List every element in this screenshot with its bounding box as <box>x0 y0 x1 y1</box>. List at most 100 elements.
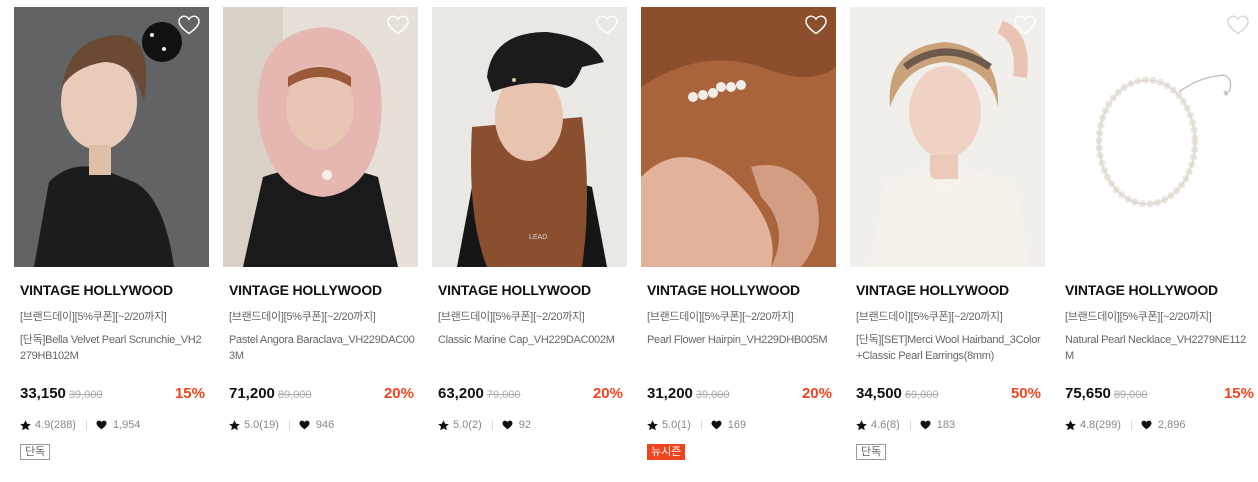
discount-rate: 15% <box>174 385 205 402</box>
product-photo <box>641 7 836 267</box>
original-price: 79,000 <box>486 389 521 401</box>
rating: 4.9(288) <box>35 419 76 431</box>
product-name[interactable]: [단독]Bella Velvet Pearl Scrunchie_VH2279H… <box>20 332 206 364</box>
rating: 5.0(2) <box>453 419 482 431</box>
product-meta: 5.0(1) 169 <box>647 419 746 431</box>
brand-name: VINTAGE HOLLYWOOD <box>1065 282 1218 298</box>
product-image[interactable] <box>1059 7 1258 267</box>
sale-price: 63,200 <box>438 385 484 402</box>
product-image[interactable] <box>223 7 418 267</box>
sale-price: 75,650 <box>1065 385 1111 402</box>
price: 31,200 39,000 <box>647 385 730 402</box>
wishlist-heart-icon[interactable] <box>178 15 200 35</box>
like-count: 946 <box>315 419 335 431</box>
new-season-badge: 뉴시즌 <box>647 444 686 460</box>
original-price: 39,000 <box>695 389 730 401</box>
discount-rate: 20% <box>383 385 414 402</box>
original-price: 39,000 <box>68 389 103 401</box>
promo-text: [브랜드데이][5%쿠폰][~2/20까지] <box>647 311 794 323</box>
product-photo <box>850 7 1045 267</box>
divider <box>288 420 290 430</box>
sale-price: 71,200 <box>229 385 275 402</box>
discount-rate: 50% <box>1010 385 1041 402</box>
star-icon <box>438 419 449 430</box>
wishlist-heart-icon[interactable] <box>387 15 409 35</box>
product-name[interactable]: Pearl Flower Hairpin_VH229DHB005M <box>647 332 833 348</box>
like-count: 92 <box>518 419 531 431</box>
divider <box>1130 420 1132 430</box>
like-heart-icon <box>299 420 310 430</box>
product-meta: 5.0(19) 946 <box>229 419 334 431</box>
like-count: 2,896 <box>1157 419 1186 431</box>
product-card[interactable]: VINTAGE HOLLYWOOD [브랜드데이][5%쿠폰][~2/20까지]… <box>223 7 418 431</box>
rating: 4.8(299) <box>1080 419 1121 431</box>
wishlist-heart-icon[interactable] <box>1014 15 1036 35</box>
product-name[interactable]: Classic Marine Cap_VH229DAC002M <box>438 332 624 348</box>
product-card[interactable]: VINTAGE HOLLYWOOD [브랜드데이][5%쿠폰][~2/20까지]… <box>641 7 836 460</box>
star-icon <box>1065 419 1076 430</box>
brand-name: VINTAGE HOLLYWOOD <box>856 282 1009 298</box>
star-icon <box>856 419 867 430</box>
product-name[interactable]: Pastel Angora Baraclava_VH229DAC003M <box>229 332 415 364</box>
wishlist-heart-icon[interactable] <box>1227 15 1249 35</box>
brand-name: VINTAGE HOLLYWOOD <box>20 282 173 298</box>
product-meta: 4.8(299) 2,896 <box>1065 419 1186 431</box>
svg-text:LEAD: LEAD <box>529 234 547 241</box>
original-price: 89,000 <box>1113 389 1148 401</box>
product-image[interactable] <box>14 7 209 267</box>
like-count: 169 <box>727 419 747 431</box>
product-photo <box>223 7 418 267</box>
divider <box>909 420 911 430</box>
product-photo: LEAD <box>432 7 627 267</box>
product-card[interactable]: VINTAGE HOLLYWOOD [브랜드데이][5%쿠폰][~2/20까지]… <box>850 7 1045 460</box>
promo-text: [브랜드데이][5%쿠폰][~2/20까지] <box>438 311 585 323</box>
divider <box>491 420 493 430</box>
sale-price: 34,500 <box>856 385 902 402</box>
original-price: 69,000 <box>904 389 939 401</box>
divider <box>700 420 702 430</box>
discount-rate: 15% <box>1223 385 1254 402</box>
like-count: 1,954 <box>112 419 141 431</box>
brand-name: VINTAGE HOLLYWOOD <box>438 282 591 298</box>
product-image[interactable] <box>641 7 836 267</box>
price: 34,500 69,000 <box>856 385 939 402</box>
like-heart-icon <box>1141 420 1152 430</box>
product-card[interactable]: VINTAGE HOLLYWOOD [브랜드데이][5%쿠폰][~2/20까지]… <box>1059 7 1258 431</box>
product-image[interactable]: LEAD <box>432 7 627 267</box>
price: 33,150 39,000 <box>20 385 103 402</box>
brand-name: VINTAGE HOLLYWOOD <box>647 282 800 298</box>
product-card[interactable]: VINTAGE HOLLYWOOD [브랜드데이][5%쿠폰][~2/20까지]… <box>14 7 209 460</box>
product-name[interactable]: Natural Pearl Necklace_VH2279NE112M <box>1065 332 1251 364</box>
product-name[interactable]: [단독][SET]Merci Wool Hairband_3Color+Clas… <box>856 332 1042 364</box>
star-icon <box>20 419 31 430</box>
promo-text: [브랜드데이][5%쿠폰][~2/20까지] <box>1065 311 1212 323</box>
price: 75,650 89,000 <box>1065 385 1148 402</box>
product-photo <box>1059 7 1258 267</box>
product-photo <box>14 7 209 267</box>
star-icon <box>229 419 240 430</box>
product-meta: 4.6(8) 183 <box>856 419 955 431</box>
divider <box>85 420 87 430</box>
star-icon <box>647 419 658 430</box>
wishlist-heart-icon[interactable] <box>596 15 618 35</box>
sale-price: 33,150 <box>20 385 66 402</box>
like-count: 183 <box>936 419 956 431</box>
price: 71,200 89,000 <box>229 385 312 402</box>
rating: 4.6(8) <box>871 419 900 431</box>
discount-rate: 20% <box>592 385 623 402</box>
brand-name: VINTAGE HOLLYWOOD <box>229 282 382 298</box>
discount-rate: 20% <box>801 385 832 402</box>
like-heart-icon <box>96 420 107 430</box>
sale-price: 31,200 <box>647 385 693 402</box>
wishlist-heart-icon[interactable] <box>805 15 827 35</box>
product-card[interactable]: LEAD VINTAGE HOLLYWOOD [브랜드데이][5%쿠폰][~2/… <box>432 7 627 431</box>
like-heart-icon <box>502 420 513 430</box>
promo-text: [브랜드데이][5%쿠폰][~2/20까지] <box>229 311 376 323</box>
like-heart-icon <box>920 420 931 430</box>
rating: 5.0(19) <box>244 419 279 431</box>
product-image[interactable] <box>850 7 1045 267</box>
like-heart-icon <box>711 420 722 430</box>
product-meta: 4.9(288) 1,954 <box>20 419 141 431</box>
promo-text: [브랜드데이][5%쿠폰][~2/20까지] <box>20 311 167 323</box>
exclusive-badge: 단독 <box>856 444 887 460</box>
